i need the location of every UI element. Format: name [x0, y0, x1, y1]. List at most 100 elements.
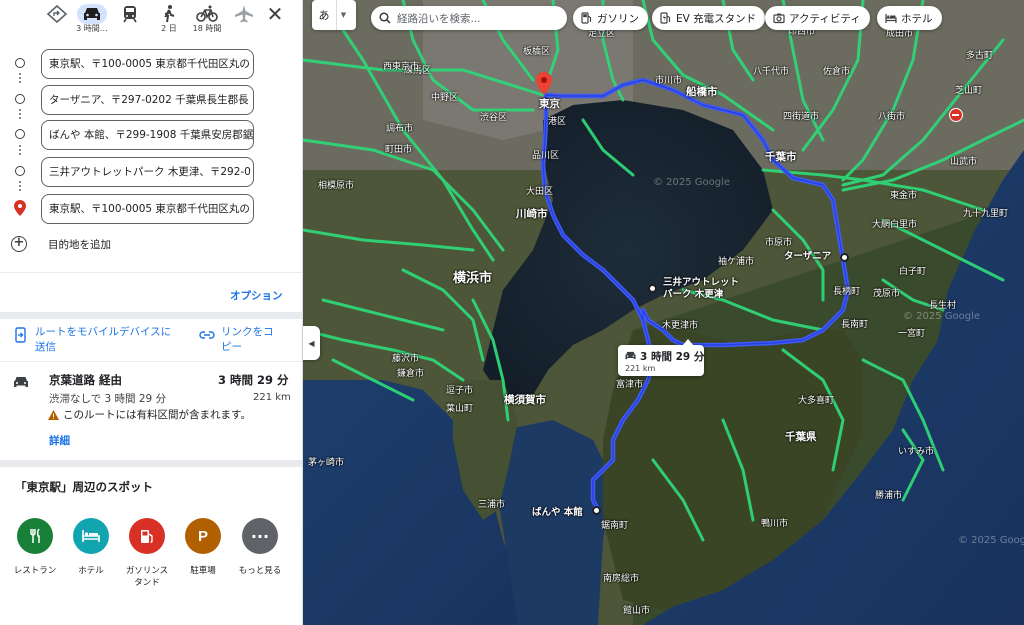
map-watermark: © 2025 Google: [653, 177, 731, 188]
chip-activities[interactable]: アクティビティ: [765, 6, 870, 30]
map-canvas[interactable]: © 2025 Google © 2025 Google © 2025 Googl…: [303, 0, 1024, 625]
route-details-link[interactable]: 詳細: [49, 433, 70, 448]
gas-station-icon: [581, 12, 592, 24]
map-label-chofu: 調布市: [386, 124, 414, 134]
input-method-toggle[interactable]: あ ▼: [312, 0, 356, 30]
map-label-shirako: 白子町: [899, 267, 927, 277]
nearby-more-button[interactable]: ··· もっと見る: [232, 518, 288, 577]
mode-flight-button[interactable]: [227, 4, 261, 38]
map-label-narita: 成田市: [886, 29, 914, 39]
ime-label: あ: [318, 9, 330, 22]
map-watermark: © 2025 Google: [903, 311, 981, 322]
destination-marker-tarzania[interactable]: [840, 253, 849, 262]
map-label-mobara: 茂原市: [873, 289, 901, 299]
map-label-shibayama: 芝山町: [955, 86, 983, 96]
map-label-kawasaki: 川崎市: [516, 208, 548, 220]
destination-label-banya: ばんや 本館: [532, 507, 583, 518]
chip-gas[interactable]: ガソリン: [573, 6, 648, 30]
mode-car-button[interactable]: 3 時間…: [75, 4, 109, 38]
outlet-label-line1: 三井アウトレット: [663, 277, 740, 288]
chip-activities-label: アクティビティ: [789, 12, 861, 25]
nearby-gas-button[interactable]: ガソリンス タンド: [119, 518, 175, 589]
car-icon: [625, 351, 636, 360]
route-option[interactable]: 京葉道路 経由 3 時間 29 分 渋滞なしで 3 時間 29 分 221 km…: [0, 368, 302, 456]
walk-mode-time: 2 日: [161, 24, 177, 33]
map-label-hayama: 葉山町: [446, 404, 474, 414]
directions-panel: 3 時間… 2 日 18 時間 ✕ 東京駅、〒100-0005 東京都千代田区丸…: [0, 0, 303, 625]
mode-transit-button[interactable]: [113, 4, 147, 38]
send-to-phone-icon: [15, 327, 26, 343]
map-label-kyonan: 鋸南町: [601, 521, 629, 531]
waypoint-circle-icon: [15, 129, 25, 139]
copy-link-line2: ピー: [221, 341, 242, 353]
nearby-gas-label-line2: タンド: [134, 578, 160, 588]
route-distance: 221 km: [253, 392, 291, 403]
map-label-yachimata: 八街市: [878, 112, 906, 122]
map-watermark: © 2025 Google: [958, 535, 1024, 546]
stop-input-4[interactable]: 三井アウトレットパーク 木更津、〒292-0: [41, 157, 254, 187]
bike-mode-time: 18 時間: [192, 24, 222, 33]
map-label-tokyo: 東京: [539, 98, 560, 110]
chip-hotels-label: ホテル: [901, 12, 933, 25]
nearby-restaurants-button[interactable]: レストラン: [7, 518, 63, 577]
close-directions-button[interactable]: ✕: [264, 4, 286, 26]
more-icon: ···: [242, 518, 278, 554]
search-along-route-input[interactable]: 経路沿いを検索...: [371, 6, 567, 30]
divider: [0, 361, 302, 362]
airplane-icon: [235, 5, 253, 23]
car-icon: [14, 377, 28, 387]
stop-input-1[interactable]: 東京駅、〒100-0005 東京都千代田区丸の: [41, 49, 254, 79]
diamond-route-icon: [46, 4, 68, 24]
map-label-minamiboso: 南房総市: [603, 574, 640, 584]
bubble-time: 3 時間 29 分: [640, 351, 705, 363]
section-divider: [0, 460, 302, 467]
destination-marker-banya[interactable]: [592, 506, 601, 515]
nearby-parking-label: 駐車場: [190, 566, 216, 576]
map-label-ichikawa: 市川市: [655, 76, 683, 86]
stop-input-2[interactable]: ターザニア、〒297-0202 千葉県長生郡長: [41, 85, 254, 115]
map-label-togane: 東金市: [890, 191, 918, 201]
road-closed-icon[interactable]: [949, 108, 963, 122]
stop-row: ターザニア、〒297-0202 千葉県長生郡長: [0, 83, 302, 115]
outlet-label-line2: パーク 木更津: [663, 289, 724, 300]
stop-input-5[interactable]: 東京駅、〒100-0005 東京都千代田区丸の: [41, 194, 254, 224]
map-label-machida: 町田市: [385, 145, 413, 155]
stop-input-3[interactable]: ばんや 本館、〒299-1908 千葉県安房郡鋸: [41, 120, 254, 150]
map-label-sagamihara: 相模原市: [318, 181, 355, 191]
map-label-nishitokyo: 西東京市: [383, 62, 420, 72]
map-label-sammu: 山武市: [950, 157, 978, 167]
train-icon: [123, 6, 137, 23]
route-name: 京葉道路 経由: [49, 373, 123, 387]
route-time: 3 時間 29 分: [218, 373, 289, 387]
send-to-mobile-button[interactable]: ルートをモバイルデバイスに 送信: [13, 325, 171, 355]
collapse-panel-button[interactable]: ◀: [303, 326, 320, 360]
stop-row: ばんや 本館、〒299-1908 千葉県安房郡鋸: [0, 118, 302, 150]
mode-walk-button[interactable]: 2 日: [152, 4, 186, 38]
map-label-kamogawa: 鴨川市: [761, 519, 789, 529]
copy-link-button[interactable]: リンクをコ ピー: [199, 325, 274, 355]
route-duration-bubble[interactable]: 3 時間 29 分 221 km: [618, 339, 705, 376]
map-label-chosei: 長生村: [929, 301, 957, 311]
destination-label-outlet: 三井アウトレット パーク 木更津: [663, 277, 739, 301]
nearby-hotels-button[interactable]: ホテル: [63, 518, 119, 577]
destination-marker-outlet[interactable]: [648, 284, 657, 293]
map-label-ota: 大田区: [526, 187, 554, 197]
chip-hotels[interactable]: ホテル: [877, 6, 942, 30]
chip-gas-label: ガソリン: [597, 12, 639, 25]
mode-bike-button[interactable]: 18 時間: [190, 4, 224, 38]
add-destination-button[interactable]: + 目的地を追加: [11, 234, 111, 254]
map-label-katsuura: 勝浦市: [875, 491, 903, 501]
options-button[interactable]: オプション: [230, 288, 283, 303]
nearby-parking-button[interactable]: P 駐車場: [175, 518, 231, 577]
mode-best-button[interactable]: [40, 4, 74, 38]
hotel-icon: [885, 14, 897, 23]
stop-row: 三井アウトレットパーク 木更津、〒292-0: [0, 155, 302, 187]
map-label-chiba: 千葉市: [765, 151, 797, 163]
connector-dots: [19, 179, 21, 193]
map-label-yokosuka: 横須賀市: [504, 394, 546, 406]
link-icon: [199, 331, 215, 339]
chip-ev-charging[interactable]: EV 充電スタンド: [652, 6, 766, 30]
map-label-isumi: いすみ市: [898, 447, 935, 457]
map-label-ichinomiya: 一宮町: [898, 329, 926, 339]
nearby-hotels-label: ホテル: [78, 566, 104, 576]
